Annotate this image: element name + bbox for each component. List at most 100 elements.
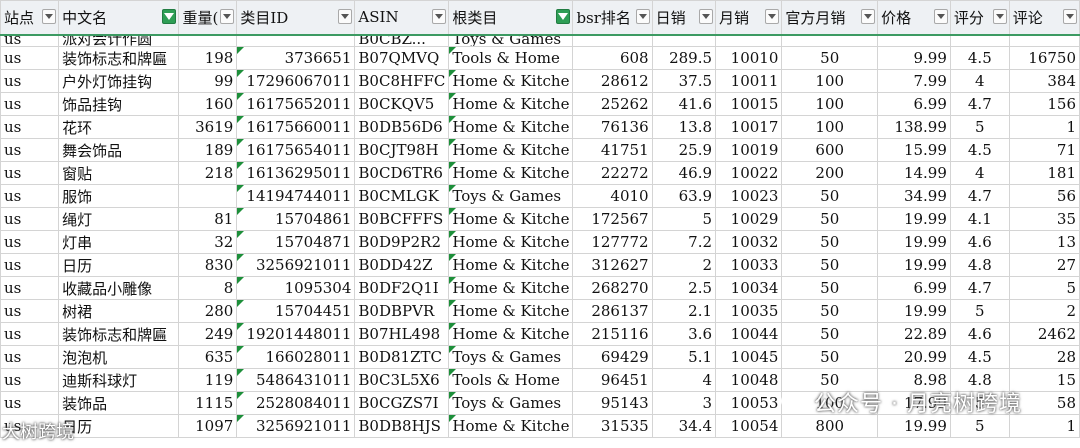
table-cell[interactable]: 50	[781, 345, 879, 369]
table-cell[interactable]: us	[0, 414, 60, 438]
table-cell[interactable]: 50	[781, 230, 879, 254]
table-cell[interactable]: Home & Kitche	[448, 414, 574, 438]
table-cell[interactable]: 10033	[715, 253, 783, 277]
table-cell[interactable]: 46.9	[651, 161, 717, 185]
table-cell[interactable]: us	[0, 34, 60, 47]
table-cell[interactable]: 19201448011	[236, 322, 356, 346]
table-cell[interactable]: 10010	[715, 46, 783, 70]
table-cell[interactable]: 1	[1008, 115, 1080, 139]
table-cell[interactable]: 50	[781, 184, 879, 208]
column-header[interactable]: 价格	[877, 0, 951, 36]
table-cell[interactable]: 3256921011	[236, 253, 356, 277]
table-cell[interactable]: 830	[178, 253, 238, 277]
column-header[interactable]: 重量(	[178, 0, 238, 36]
filter-dropdown-icon[interactable]	[765, 9, 780, 24]
table-cell[interactable]: 25262	[572, 92, 653, 116]
table-cell[interactable]: 花环	[58, 115, 180, 139]
table-cell[interactable]: 56	[1008, 184, 1080, 208]
table-cell[interactable]: 20.99	[877, 345, 951, 369]
table-cell[interactable]: 装饰标志和牌匾	[58, 322, 180, 346]
column-header[interactable]: 官方月销	[781, 0, 879, 36]
table-cell[interactable]: 10044	[715, 322, 783, 346]
table-cell[interactable]: 2462	[1008, 322, 1080, 346]
table-cell[interactable]: Home & Kitche	[448, 322, 574, 346]
table-cell[interactable]: 6.99	[877, 92, 951, 116]
table-cell[interactable]: Home & Kitche	[448, 207, 574, 231]
table-cell[interactable]: 181	[1008, 161, 1080, 185]
table-cell[interactable]: 泡泡机	[58, 345, 180, 369]
table-cell[interactable]: 5	[949, 414, 1010, 438]
table-cell[interactable]: 50	[781, 46, 879, 70]
table-cell[interactable]: us	[0, 46, 60, 70]
table-cell[interactable]: B0DB8HJS	[354, 414, 450, 438]
table-cell[interactable]: 19.99	[877, 230, 951, 254]
filter-dropdown-icon[interactable]	[933, 9, 948, 24]
table-cell[interactable]: 119	[178, 368, 238, 392]
table-cell[interactable]: 2	[651, 253, 717, 277]
table-cell[interactable]: 10032	[715, 230, 783, 254]
table-cell[interactable]: 4.7	[949, 276, 1010, 300]
table-cell[interactable]: 50	[781, 253, 879, 277]
table-cell[interactable]: 156	[1008, 92, 1080, 116]
column-header[interactable]: bsr排名	[572, 0, 653, 36]
filter-dropdown-icon[interactable]	[1063, 9, 1077, 24]
table-cell[interactable]: 608	[572, 46, 653, 70]
filter-dropdown-icon[interactable]	[992, 9, 1007, 24]
table-cell[interactable]: 286137	[572, 299, 653, 323]
table-cell[interactable]	[572, 34, 653, 47]
table-cell[interactable]: us	[0, 276, 60, 300]
table-cell[interactable]: 16136295011	[236, 161, 356, 185]
table-cell[interactable]: 5486431011	[236, 368, 356, 392]
table-cell[interactable]: 迪斯科球灯	[58, 368, 180, 392]
table-cell[interactable]: 8	[178, 276, 238, 300]
table-cell[interactable]: 22272	[572, 161, 653, 185]
table-cell[interactable]: 4.5	[949, 345, 1010, 369]
table-cell[interactable]: 10054	[715, 414, 783, 438]
table-cell[interactable]: 2	[1008, 299, 1080, 323]
table-cell[interactable]: 100	[781, 115, 879, 139]
table-cell[interactable]: 4.1	[949, 207, 1010, 231]
table-cell[interactable]: 14194744011	[236, 184, 356, 208]
table-cell[interactable]: 1097	[178, 414, 238, 438]
table-cell[interactable]: B07HL498	[354, 322, 450, 346]
table-cell[interactable]: 10017	[715, 115, 783, 139]
table-cell[interactable]: 装饰品	[58, 391, 180, 415]
table-cell[interactable]: B0CD6TR6	[354, 161, 450, 185]
table-cell[interactable]: 50	[781, 276, 879, 300]
table-cell[interactable]: 280	[178, 299, 238, 323]
table-cell[interactable]: 派对会计作圆	[58, 34, 180, 47]
table-cell[interactable]: us	[0, 322, 60, 346]
table-cell[interactable]	[877, 34, 951, 47]
table-cell[interactable]: 10048	[715, 368, 783, 392]
table-cell[interactable]	[651, 34, 717, 47]
table-cell[interactable]: B0DBPVR	[354, 299, 450, 323]
table-cell[interactable]: 71	[1008, 138, 1080, 162]
table-cell[interactable]: 10045	[715, 345, 783, 369]
table-cell[interactable]: 10022	[715, 161, 783, 185]
table-cell[interactable]: 4.6	[949, 230, 1010, 254]
table-cell[interactable]: Home & Kitche	[448, 69, 574, 93]
table-cell[interactable]: 16175660011	[236, 115, 356, 139]
table-cell[interactable]: 28612	[572, 69, 653, 93]
table-cell[interactable]: 5	[1008, 276, 1080, 300]
table-cell[interactable]: 25.9	[651, 138, 717, 162]
table-cell[interactable]: 15	[1008, 368, 1080, 392]
table-cell[interactable]: 5	[949, 391, 1010, 415]
table-cell[interactable]: 198	[178, 46, 238, 70]
table-cell[interactable]: 7.99	[877, 69, 951, 93]
table-cell[interactable]: us	[0, 345, 60, 369]
filter-dropdown-icon[interactable]	[338, 9, 353, 24]
table-cell[interactable]: 34.4	[651, 414, 717, 438]
table-cell[interactable]: 3.6	[651, 322, 717, 346]
table-cell[interactable]: Home & Kitche	[448, 253, 574, 277]
table-cell[interactable]: 50	[781, 368, 879, 392]
table-cell[interactable]: us	[0, 368, 60, 392]
table-cell[interactable]: 4.7	[949, 92, 1010, 116]
table-cell[interactable]: 15704871	[236, 230, 356, 254]
table-cell[interactable]: 15.99	[877, 138, 951, 162]
table-cell[interactable]: us	[0, 138, 60, 162]
table-cell[interactable]: Toys & Games	[448, 391, 574, 415]
table-cell[interactable]: 7.2	[651, 230, 717, 254]
table-cell[interactable]: 收藏品小雕像	[58, 276, 180, 300]
table-cell[interactable]: us	[0, 69, 60, 93]
